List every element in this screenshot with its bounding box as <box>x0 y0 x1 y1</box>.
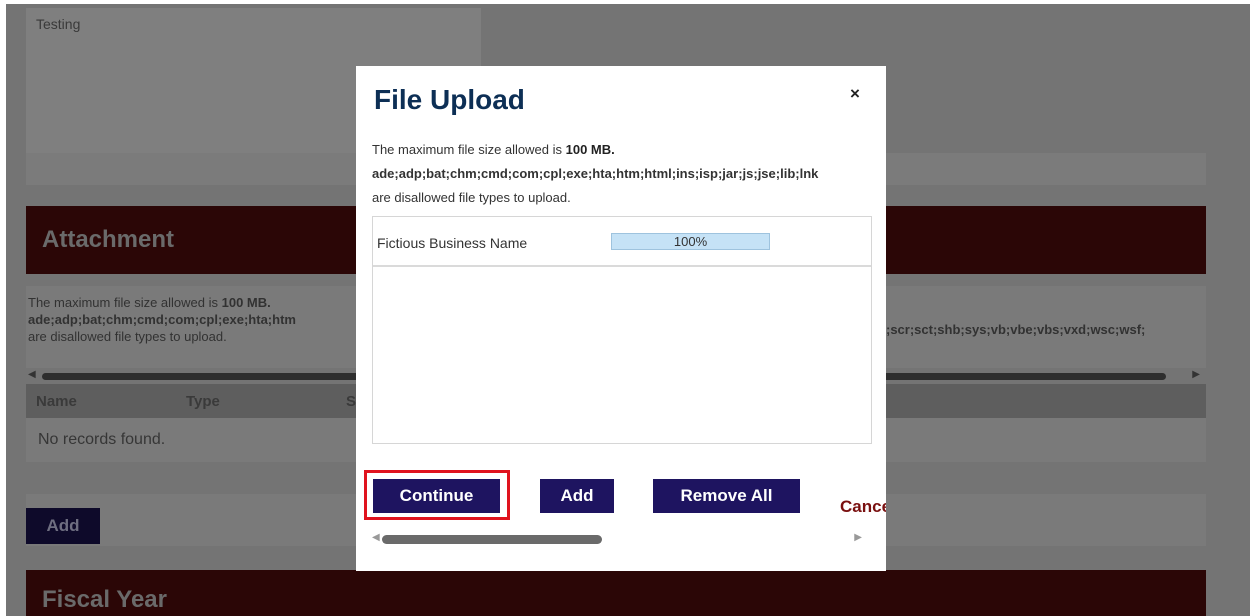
progress-label: 100% <box>673 234 708 249</box>
upload-info: The maximum file size allowed is 100 MB.… <box>372 138 872 210</box>
attachment-title: Attachment <box>42 226 175 253</box>
cancel-link[interactable]: Cancel <box>840 497 886 517</box>
scroll-left-icon[interactable]: ◀ <box>372 532 380 543</box>
file-upload-dialog: File Upload × The maximum file size allo… <box>356 66 886 571</box>
max-size-value: 100 MB. <box>565 142 615 157</box>
column-header-name[interactable]: Name <box>36 393 176 410</box>
file-list: Fictious Business Name 100% <box>372 216 872 444</box>
bg-disallowed-types-right: ;scr;sct;shb;sys;vb;vbe;vbs;vxd;wsc;wsf; <box>886 322 1146 337</box>
scroll-right-icon[interactable]: ▶ <box>854 532 862 543</box>
scrollbar-thumb[interactable] <box>382 535 602 544</box>
dialog-title: File Upload <box>374 84 525 115</box>
remove-all-button[interactable]: Remove All <box>653 479 800 513</box>
close-icon[interactable]: × <box>850 84 860 104</box>
page-overlay: Testing Attachment The maximum file size… <box>6 4 1250 616</box>
upload-progress-bar: 100% <box>611 233 770 250</box>
continue-button[interactable]: Continue <box>373 479 500 513</box>
attachment-add-button[interactable]: Add <box>26 508 100 544</box>
dialog-scrollbar[interactable]: ◀ ▶ <box>372 532 872 546</box>
file-row: Fictious Business Name 100% <box>373 217 871 267</box>
fiscal-year-section-header: Fiscal Year <box>26 570 1206 616</box>
max-size-prefix: The maximum file size allowed is <box>372 142 566 157</box>
fiscal-year-title: Fiscal Year <box>42 586 167 613</box>
scroll-right-icon[interactable]: ▶ <box>1192 369 1200 380</box>
scroll-left-icon[interactable]: ◀ <box>28 369 36 380</box>
disallowed-suffix: are disallowed file types to upload. <box>372 190 571 205</box>
comment-text: Testing <box>36 16 81 32</box>
file-name: Fictious Business Name <box>377 235 528 251</box>
bg-max-size-prefix: The maximum file size allowed is <box>28 295 222 310</box>
bg-max-size-value: 100 MB. <box>221 295 271 310</box>
add-button[interactable]: Add <box>540 479 614 513</box>
column-header-partial[interactable]: S <box>346 393 356 410</box>
column-header-type[interactable]: Type <box>186 393 336 410</box>
disallowed-types: ade;adp;bat;chm;cmd;com;cpl;exe;hta;htm;… <box>372 166 819 181</box>
